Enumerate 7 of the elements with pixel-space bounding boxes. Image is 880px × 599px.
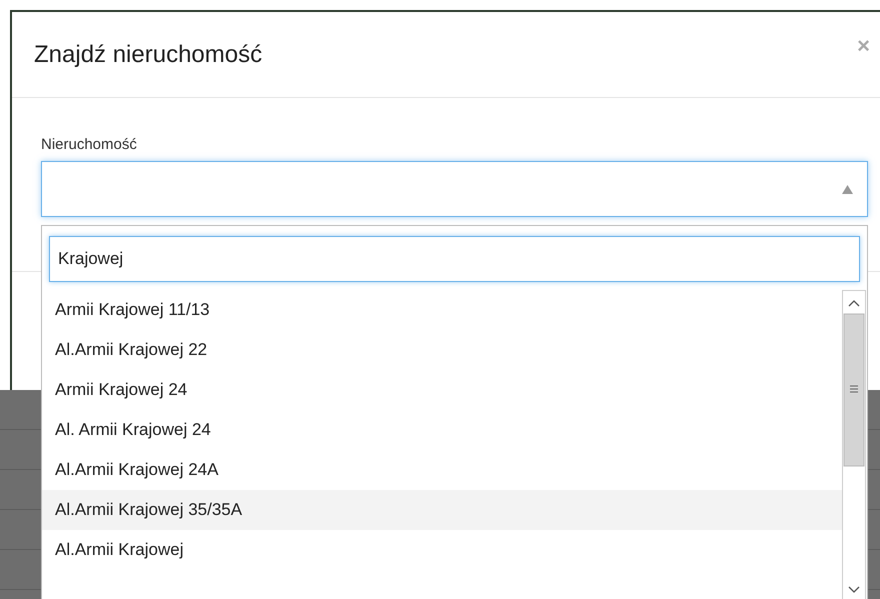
search-field[interactable]: Krajowej (49, 236, 860, 282)
caret-icon (842, 184, 853, 194)
field-label: Nieruchomość (41, 136, 138, 153)
dropdown-option[interactable]: Al.Armii Krajowej 35/35A (42, 490, 842, 530)
modal-title: Znajdź nieruchomość (34, 40, 262, 68)
scrollbar[interactable] (842, 290, 866, 599)
property-select[interactable] (41, 161, 868, 217)
